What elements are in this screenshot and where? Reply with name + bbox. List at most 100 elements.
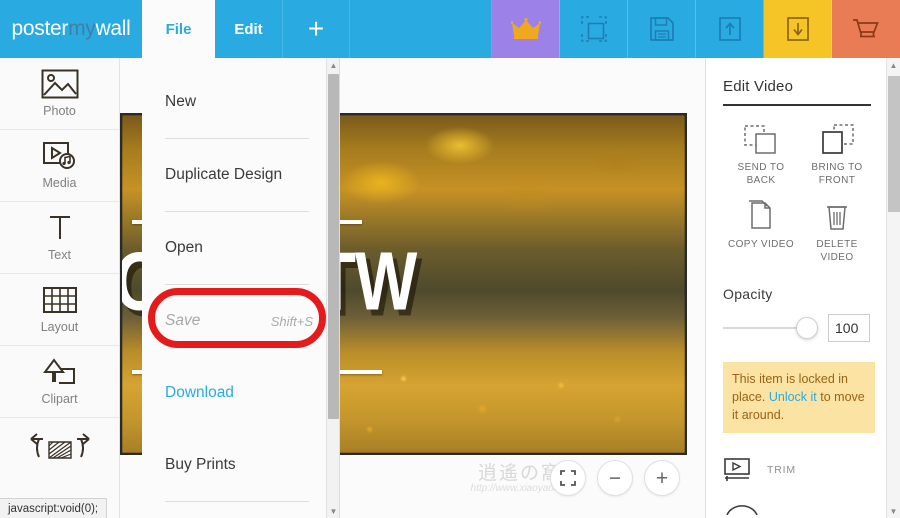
- download-box-icon: [786, 17, 809, 41]
- zoom-out-button[interactable]: −: [597, 460, 633, 496]
- bring-to-front-label: BRING TO FRONT: [811, 162, 863, 186]
- opacity-slider-handle[interactable]: [796, 317, 818, 339]
- menu-item-new[interactable]: New: [142, 66, 327, 138]
- floppy-disk-icon: [649, 17, 674, 41]
- sidebar-item-layout[interactable]: Layout: [0, 274, 119, 346]
- sidebar-item-photo[interactable]: Photo: [0, 58, 119, 130]
- sidebar-item-text-label: Text: [48, 248, 71, 262]
- opacity-label: Opacity: [723, 286, 773, 302]
- bring-to-front-icon: [817, 122, 857, 156]
- resize-button[interactable]: [560, 0, 628, 58]
- bring-to-front-button[interactable]: BRING TO FRONT: [799, 122, 875, 187]
- scroll-up-arrow-icon[interactable]: ▲: [887, 58, 900, 72]
- minus-icon: −: [608, 466, 622, 490]
- trash-icon: [817, 199, 857, 233]
- save-button[interactable]: [628, 0, 696, 58]
- top-toolbar: poster my wall File Edit +: [0, 0, 900, 58]
- sidebar-item-clipart[interactable]: Clipart: [0, 346, 119, 418]
- file-dropdown-menu: New Duplicate Design Open Save Shift+S D…: [142, 58, 340, 518]
- copy-video-label: COPY VIDEO: [727, 239, 795, 250]
- edit-video-panel: Edit Video SEND TO BACK BRING TO FRONT C…: [706, 58, 884, 518]
- media-icon: [41, 141, 79, 171]
- zoom-in-button[interactable]: +: [644, 460, 680, 496]
- trim-icon: [723, 457, 755, 483]
- menu-tab-file[interactable]: File: [142, 0, 215, 58]
- toolbar-spacer: [350, 0, 492, 58]
- download-button[interactable]: [764, 0, 832, 58]
- trim-button[interactable]: TRIM: [723, 457, 884, 483]
- scroll-down-arrow-icon[interactable]: ▼: [327, 504, 340, 518]
- panel-title: Edit Video: [723, 78, 794, 95]
- left-sidebar: Photo Media Text Layout Clipart: [0, 58, 120, 518]
- logo-part-poster: poster: [11, 17, 69, 40]
- send-to-back-icon: [741, 122, 781, 156]
- undo-redo-icon: [25, 430, 95, 466]
- resize-icon: [580, 16, 607, 42]
- opacity-slider[interactable]: [723, 317, 818, 339]
- video-actions-grid: SEND TO BACK BRING TO FRONT COPY VIDEO D…: [723, 122, 875, 276]
- menu-item-open-label: Open: [165, 239, 203, 256]
- delete-video-label: DELETE VIDEO: [816, 239, 858, 263]
- fit-to-screen-icon: [560, 470, 576, 486]
- locked-item-notice: This item is locked in place. Unlock it …: [723, 362, 875, 434]
- menu-item-download-label: Download: [165, 384, 234, 401]
- publish-button[interactable]: [696, 0, 764, 58]
- opacity-control-row: 100: [723, 314, 884, 342]
- logo-part-my: my: [68, 17, 96, 40]
- sidebar-item-clipart-label: Clipart: [41, 392, 78, 406]
- opacity-value-input[interactable]: 100: [828, 314, 870, 342]
- delete-video-button[interactable]: DELETE VIDEO: [799, 199, 875, 264]
- trim-label: TRIM: [767, 464, 796, 477]
- copy-video-button[interactable]: COPY VIDEO: [723, 199, 799, 264]
- menu-item-save-shortcut: Shift+S: [270, 313, 313, 329]
- panel-title-underline: [723, 104, 871, 106]
- app-logo[interactable]: poster my wall: [0, 0, 142, 58]
- menu-item-duplicate-design-label: Duplicate Design: [165, 166, 283, 183]
- cart-button[interactable]: [832, 0, 900, 58]
- menu-tab-file-label: File: [165, 20, 192, 38]
- menu-tab-edit-label: Edit: [234, 20, 263, 38]
- right-panel-scrollbar-thumb[interactable]: [888, 76, 900, 212]
- text-icon: [43, 213, 77, 243]
- sidebar-item-layout-label: Layout: [40, 320, 79, 334]
- menu-item-open[interactable]: Open: [142, 212, 327, 284]
- menu-tab-add[interactable]: +: [283, 0, 350, 58]
- send-to-back-button[interactable]: SEND TO BACK: [723, 122, 799, 187]
- unlock-it-link[interactable]: Unlock it: [769, 390, 817, 404]
- menu-item-duplicate-design[interactable]: Duplicate Design: [142, 139, 327, 211]
- sidebar-item-undo-redo[interactable]: [0, 418, 119, 478]
- sidebar-item-text[interactable]: Text: [0, 202, 119, 274]
- menu-item-new-label: New: [165, 93, 197, 110]
- copy-video-icon: [741, 199, 781, 233]
- logo-part-wall: wall: [95, 17, 131, 40]
- sidebar-item-media[interactable]: Media: [0, 130, 119, 202]
- menu-item-download[interactable]: Download: [142, 357, 327, 429]
- photo-icon: [41, 69, 79, 99]
- menu-item-save-label: Save: [165, 312, 201, 329]
- file-menu-list: New Duplicate Design Open Save Shift+S D…: [142, 58, 327, 518]
- menu-item-share[interactable]: Share: [142, 502, 327, 518]
- canvas-zoom-controls: − +: [550, 460, 680, 496]
- menu-item-buy-prints[interactable]: Buy Prints: [142, 429, 327, 501]
- send-to-back-label: SEND TO BACK: [737, 162, 785, 186]
- file-menu-scrollbar[interactable]: ▲ ▼: [326, 58, 339, 518]
- plus-icon: +: [655, 466, 669, 490]
- layout-icon: [42, 285, 78, 315]
- next-section-partial-icon[interactable]: [723, 499, 884, 516]
- file-menu-scrollbar-thumb[interactable]: [328, 74, 339, 419]
- postermywall-editor: poster my wall File Edit + Photo Media T…: [0, 0, 900, 518]
- status-bar-text: javascript:void(0);: [8, 502, 99, 515]
- scroll-down-arrow-icon[interactable]: ▼: [887, 504, 900, 518]
- sidebar-item-photo-label: Photo: [43, 104, 76, 118]
- menu-item-buy-prints-label: Buy Prints: [165, 456, 236, 473]
- scroll-up-arrow-icon[interactable]: ▲: [327, 58, 340, 72]
- right-panel-scrollbar[interactable]: ▲ ▼: [886, 58, 900, 518]
- shopping-cart-icon: [852, 17, 880, 41]
- plus-icon: +: [307, 13, 325, 44]
- sidebar-item-media-label: Media: [42, 176, 77, 190]
- premium-button[interactable]: [492, 0, 560, 58]
- menu-item-save: Save Shift+S: [142, 285, 327, 357]
- clipart-icon: [41, 357, 79, 387]
- fit-to-screen-button[interactable]: [550, 460, 586, 496]
- menu-tab-edit[interactable]: Edit: [215, 0, 283, 58]
